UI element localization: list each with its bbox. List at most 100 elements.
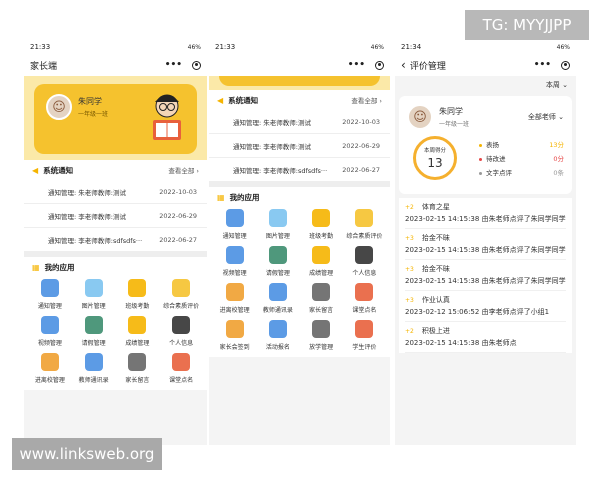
student-name: 朱同学 xyxy=(439,107,463,116)
more-icon[interactable]: ••• xyxy=(534,60,551,70)
app-item[interactable]: 通知管理 xyxy=(28,279,72,310)
video-icon xyxy=(40,316,59,334)
app-item[interactable]: 家长留言 xyxy=(300,283,343,314)
student-card[interactable]: ☺ 朱同学 一年级一班 xyxy=(34,84,197,154)
stat-improve: 待改进 0分 xyxy=(479,151,564,165)
evaluation-record[interactable]: +2 体育之星 2023-02-15 14:15:38 由朱老师点评了朱同学同学 xyxy=(405,198,566,229)
notice-text: 通知管理: 朱老师教师:测试 xyxy=(48,188,126,197)
notice-item[interactable]: 通知管理: 朱老师教师:测试 2022-10-03 xyxy=(209,110,390,134)
app-item[interactable]: 家长留言 xyxy=(116,353,160,384)
notice-item[interactable]: 通知管理: 李老师教师:测试 2022-06-29 xyxy=(209,134,390,158)
app-item[interactable]: 视频管理 xyxy=(213,246,256,277)
notice-title: 系统通知 xyxy=(228,95,259,105)
app-item[interactable]: 班级考勤 xyxy=(300,209,343,240)
mini-program-capsule[interactable]: ••• xyxy=(165,60,201,70)
mini-program-capsule[interactable]: ••• xyxy=(348,60,384,70)
home-screen-panel: 21:33 46% 家长端 ••• ☺ 朱同学 一年级一班 ◀ 系统通知 查看全… xyxy=(24,40,207,445)
more-icon[interactable]: ••• xyxy=(165,60,182,70)
home-scrolled-panel: 21:33 46% ••• ◀ 系统通知 查看全部 › 通知管理: 朱老师教师:测… xyxy=(209,40,390,445)
chevron-down-icon: ⌄ xyxy=(558,113,564,121)
notice-text: 通知管理: 李老师教师:sdfsdfs··· xyxy=(233,166,328,175)
period-select[interactable]: 本周 ⌄ xyxy=(546,80,568,90)
close-target-icon[interactable] xyxy=(561,60,570,70)
record-title: 拾金不昧 xyxy=(421,234,450,242)
evaluation-record[interactable]: +2 积极上进 2023-02-15 14:15:38 由朱老师点 xyxy=(405,322,566,353)
app-item[interactable]: 个人信息 xyxy=(343,246,386,277)
app-item[interactable]: 成绩管理 xyxy=(300,246,343,277)
system-notice-section: ◀ 系统通知 查看全部 › 通知管理: 朱老师教师:测试 2022-10-03 通… xyxy=(24,160,207,252)
activity-icon xyxy=(268,320,287,338)
notice-item[interactable]: 通知管理: 朱老师教师:测试 2022-10-03 xyxy=(24,180,207,204)
app-label: 家长会签到 xyxy=(219,344,250,351)
app-item[interactable]: 教师通讯录 xyxy=(72,353,116,384)
contacts-icon xyxy=(268,283,287,301)
app-item[interactable]: 进离校管理 xyxy=(213,283,256,314)
app-item[interactable]: 请假管理 xyxy=(72,316,116,347)
evaluation-record[interactable]: +3 拾金不昧 2023-02-15 14:15:38 由朱老师点评了朱同学同学 xyxy=(405,229,566,260)
mini-program-capsule[interactable]: ••• xyxy=(534,60,570,70)
record-desc: 2023-02-12 15:06:52 由李老师点评了小组1 xyxy=(405,308,550,316)
praise-dot-icon xyxy=(479,143,482,147)
app-item[interactable]: 综合素质评价 xyxy=(159,279,203,310)
notice-icon xyxy=(40,279,59,297)
more-icon[interactable]: ••• xyxy=(348,60,365,70)
app-item[interactable]: 请假管理 xyxy=(256,246,299,277)
notice-item[interactable]: 通知管理: 李老师教师:sdfsdfs··· 2022-06-27 xyxy=(209,158,390,182)
close-target-icon[interactable] xyxy=(375,60,384,70)
quality-icon xyxy=(355,209,374,227)
status-bar: 21:33 46% xyxy=(24,40,207,54)
app-item[interactable]: 活动报名 xyxy=(256,320,299,351)
record-title: 积极上进 xyxy=(421,327,450,335)
app-item[interactable]: 图片管理 xyxy=(256,209,299,240)
notice-item[interactable]: 通知管理: 李老师教师:sdfsdfs··· 2022-06-27 xyxy=(24,228,207,252)
app-item[interactable]: 通知管理 xyxy=(213,209,256,240)
app-item[interactable]: 学生评价 xyxy=(343,320,386,351)
speaker-icon: ◀ xyxy=(32,165,39,175)
app-item[interactable]: 家长会签到 xyxy=(213,320,256,351)
notice-date: 2022-10-03 xyxy=(159,187,197,196)
grade-icon xyxy=(128,316,147,334)
status-time: 21:34 xyxy=(401,43,422,51)
app-label: 课堂点名 xyxy=(352,307,377,314)
evaluation-records: +2 体育之星 2023-02-15 14:15:38 由朱老师点评了朱同学同学 +3… xyxy=(399,198,572,353)
site-watermark: www.linksweb.org xyxy=(12,438,162,470)
app-item[interactable]: 放学管理 xyxy=(300,320,343,351)
app-item[interactable]: 视频管理 xyxy=(28,316,72,347)
record-title: 作业认真 xyxy=(421,296,450,304)
notice-item[interactable]: 通知管理: 李老师教师:测试 2022-06-29 xyxy=(24,204,207,228)
record-points: +3 xyxy=(405,296,414,304)
contacts-icon xyxy=(84,353,103,371)
nav-bar: ••• xyxy=(209,54,390,76)
battery-level: 46% xyxy=(370,43,384,51)
app-item[interactable]: 教师通讯录 xyxy=(256,283,299,314)
notice-icon xyxy=(225,209,244,227)
app-label: 个人信息 xyxy=(169,340,194,347)
status-bar: 21:34 46% xyxy=(395,40,576,54)
app-label: 教师通讯录 xyxy=(262,307,293,314)
app-item[interactable]: 课堂点名 xyxy=(343,283,386,314)
back-icon[interactable]: ‹ xyxy=(401,58,406,72)
app-item[interactable]: 班级考勤 xyxy=(116,279,160,310)
record-title: 体育之星 xyxy=(421,203,450,211)
record-title: 拾金不昧 xyxy=(421,265,450,273)
period-label: 本周 xyxy=(545,81,560,89)
evaluation-record[interactable]: +3 拾金不昧 2023-02-15 14:15:38 由朱老师点评了朱同学同学 xyxy=(405,260,566,291)
app-item[interactable]: 成绩管理 xyxy=(116,316,160,347)
leave-icon xyxy=(84,316,103,334)
app-item[interactable]: 综合素质评价 xyxy=(343,209,386,240)
app-item[interactable]: 图片管理 xyxy=(72,279,116,310)
app-label: 图片管理 xyxy=(265,233,290,240)
app-item[interactable]: 课堂点名 xyxy=(159,353,203,384)
signin-icon xyxy=(225,320,244,338)
score-label: 本周得分 xyxy=(423,148,446,154)
teacher-filter[interactable]: 全部老师 ⌄ xyxy=(528,112,564,122)
close-target-icon[interactable] xyxy=(192,60,201,70)
notice-text: 通知管理: 李老师教师:sdfsdfs··· xyxy=(48,236,143,245)
avatar: ☺ xyxy=(46,94,72,120)
app-item[interactable]: 进离校管理 xyxy=(28,353,72,384)
evaluation-record[interactable]: +3 作业认真 2023-02-12 15:06:52 由李老师点评了小组1 xyxy=(405,291,566,322)
app-item[interactable]: 个人信息 xyxy=(159,316,203,347)
view-all-link[interactable]: 查看全部 › xyxy=(351,95,382,105)
speaker-icon: ◀ xyxy=(217,95,224,105)
view-all-link[interactable]: 查看全部 › xyxy=(168,165,199,175)
